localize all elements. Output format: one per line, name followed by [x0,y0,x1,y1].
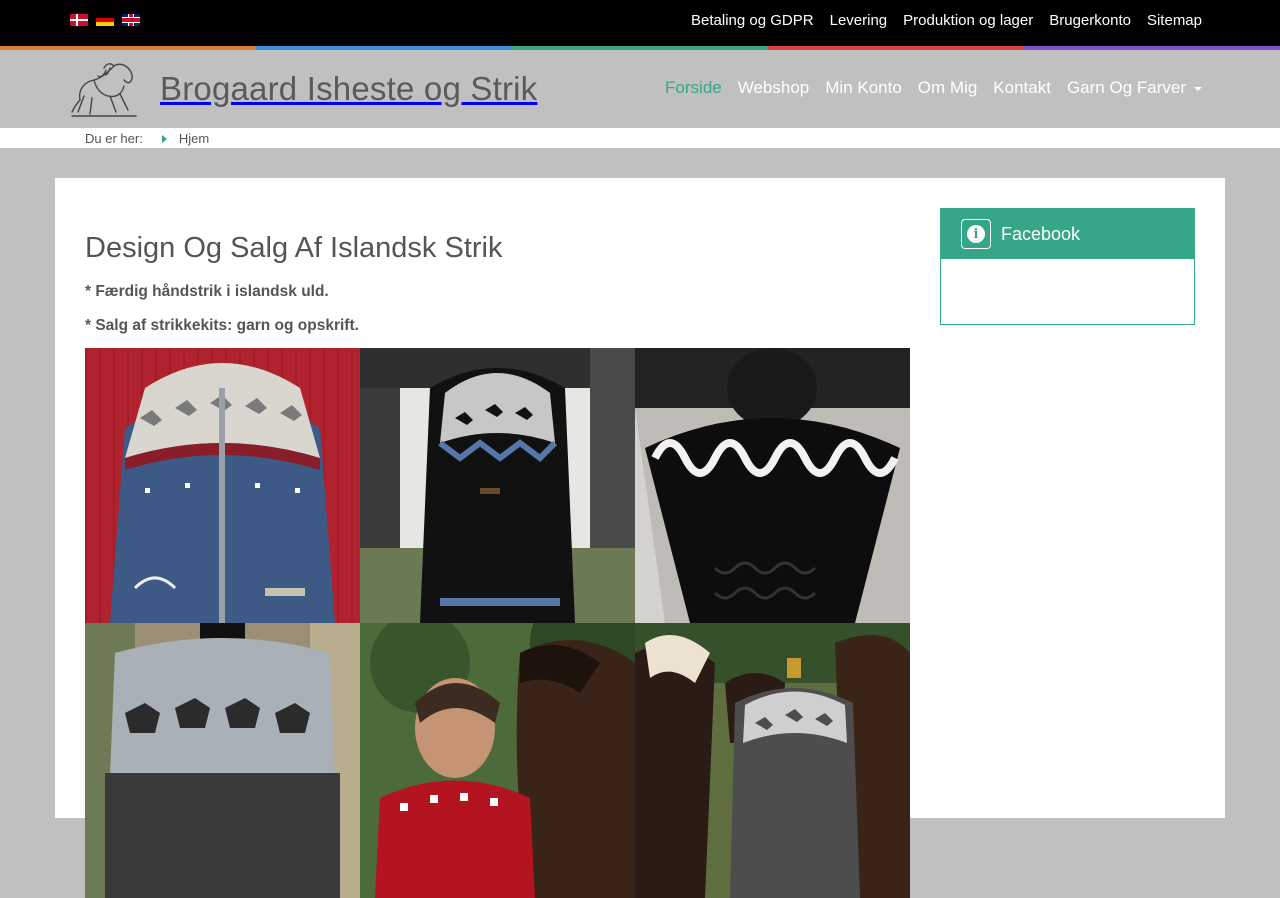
top-link-betaling[interactable]: Betaling og GDPR [691,12,814,29]
breadcrumb: Du er her: Hjem [0,128,1280,148]
black-long-sweater-photo[interactable] [360,348,635,623]
main-nav: Forside Webshop Min Konto Om Mig Kontakt… [665,78,1202,98]
british-flag-icon[interactable] [122,14,140,26]
photo-gallery [85,348,910,898]
intro-line: * Færdig håndstrik i islandsk uld. [85,283,329,300]
caret-down-icon [1194,86,1202,91]
breadcrumb-arrow-icon [161,134,167,143]
top-bar: Betaling og GDPR Levering Produktion og … [0,0,1280,46]
top-link-produktion[interactable]: Produktion og lager [903,12,1033,29]
intro-line: * Salg af strikkekits: garn og opskrift. [85,317,359,334]
language-switcher [70,14,140,26]
top-link-sitemap[interactable]: Sitemap [1147,12,1202,29]
nav-garn-og-farver-label: Garn Og Farver [1066,78,1186,97]
horse-logo-icon [71,63,137,117]
nav-min-konto[interactable]: Min Konto [825,78,902,98]
top-links: Betaling og GDPR Levering Produktion og … [691,12,1202,29]
breadcrumb-prefix: Du er her: [85,131,143,146]
site-title: Brogaard Isheste og Strik [160,70,538,107]
facebook-widget-title: Facebook [1001,223,1081,244]
nav-garn-og-farver-dropdown[interactable]: Garn Og Farver [1067,78,1202,98]
site-logo-link[interactable]: Brogaard Isheste og Strik [70,60,537,118]
black-white-sweater-on-mannequin-photo[interactable] [635,348,910,623]
german-flag-icon[interactable] [96,14,114,26]
blue-lopapeysa-cardigan-photo[interactable] [85,348,360,623]
page-title: Design Og Salg Af Islandsk Strik [85,232,503,264]
nav-om-mig[interactable]: Om Mig [918,78,978,98]
danish-flag-icon[interactable] [70,14,88,26]
content-panel: Design Og Salg Af Islandsk Strik * Færdi… [55,178,1225,898]
nav-forside[interactable]: Forside [665,78,722,98]
facebook-widget: i Facebook [940,208,1195,325]
facebook-widget-header: i Facebook [941,209,1194,259]
top-link-levering[interactable]: Levering [830,12,888,29]
info-icon: i [961,219,991,249]
nav-kontakt[interactable]: Kontakt [993,78,1051,98]
site-header: Brogaard Isheste og Strik Forside Websho… [0,50,1280,128]
breadcrumb-current: Hjem [178,131,210,146]
horses-with-sweater-photo[interactable] [635,623,910,898]
grey-horse-pattern-sweater-photo[interactable] [85,623,360,898]
top-link-brugerkonto[interactable]: Brugerkonto [1049,12,1131,29]
woman-with-icelandic-horse-photo[interactable] [360,623,635,898]
nav-webshop[interactable]: Webshop [738,78,810,98]
